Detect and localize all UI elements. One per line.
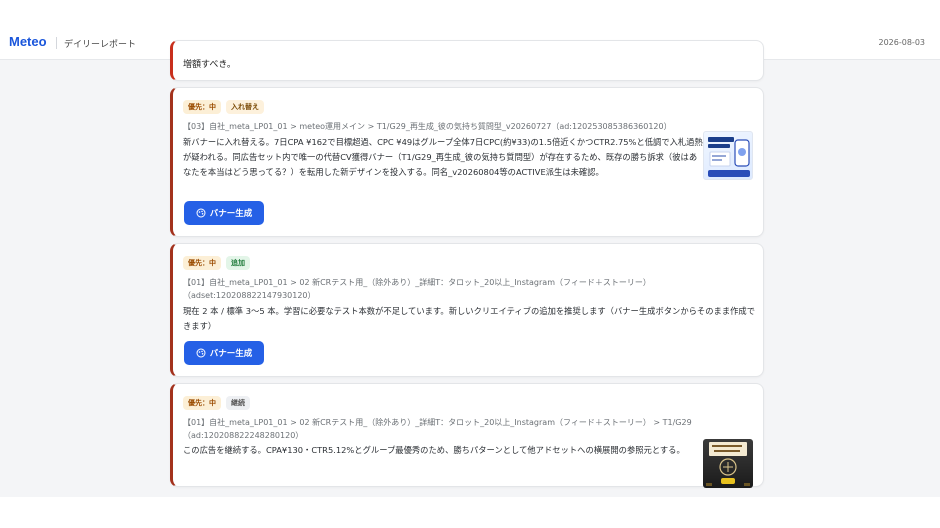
generate-banner-button[interactable]: バナー生成: [184, 341, 264, 365]
ad-path: 【01】自社_meta_LP01_01 > 02 新CRテスト用_（除外あり）_…: [183, 278, 651, 300]
card-body: 新バナーに入れ替える。7日CPA ¥162で目標超過、CPC ¥49はグループ全…: [183, 137, 703, 177]
recommendation-card: 優先：中 追加 【01】自社_meta_LP01_01 > 02 新CRテスト用…: [170, 243, 764, 377]
banner-image-icon: [706, 442, 750, 486]
recommendation-card: 優先：中 継続 【01】自社_meta_LP01_01 > 02 新CRテスト用…: [170, 383, 764, 488]
brand-logo[interactable]: Meteo: [9, 34, 47, 49]
generate-banner-label: バナー生成: [209, 209, 253, 219]
palette-icon: [196, 208, 206, 218]
generate-banner-button[interactable]: バナー生成: [184, 201, 264, 225]
ad-path: 【03】自社_meta_LP01_01 > meteo運用メイン > T1/G2…: [183, 122, 672, 131]
recommendation-card: 優先：中 入れ替え 【03】自社_meta_LP01_01 > meteo運用メ…: [170, 87, 764, 237]
action-badge: 継続: [226, 396, 250, 410]
palette-icon: [196, 348, 206, 358]
banner-image-icon: [708, 137, 750, 177]
ad-path: 【01】自社_meta_LP01_01 > 02 新CRテスト用_（除外あり）_…: [183, 418, 692, 440]
badge-row: 優先：中 入れ替え: [183, 100, 264, 114]
page-footer-area: [0, 497, 940, 528]
card-body: 増額すべき。: [183, 60, 236, 70]
page-subtitle: デイリーレポート: [64, 40, 137, 50]
badge-row: 優先：中 継続: [183, 396, 250, 410]
banner-thumbnail[interactable]: [703, 439, 753, 488]
action-badge: 入れ替え: [226, 100, 264, 114]
report-date: 2026-08-03: [878, 38, 926, 47]
priority-badge: 優先：中: [183, 396, 221, 410]
header-divider: [56, 37, 57, 49]
badge-row: 優先：中 追加: [183, 256, 250, 270]
action-badge: 追加: [226, 256, 250, 270]
card-body: この広告を継続する。CPA¥130・CTR5.12%とグループ最優秀のため、勝ち…: [183, 445, 685, 455]
card-body: 現在 2 本 / 標準 3〜5 本。学習に必要なテスト本数が不足しています。新し…: [183, 306, 756, 331]
priority-badge: 優先：中: [183, 256, 221, 270]
generate-banner-label: バナー生成: [209, 349, 253, 359]
banner-thumbnail[interactable]: [703, 131, 753, 180]
priority-badge: 優先：中: [183, 100, 221, 114]
recommendation-card-previous: 増額すべき。: [170, 40, 764, 81]
